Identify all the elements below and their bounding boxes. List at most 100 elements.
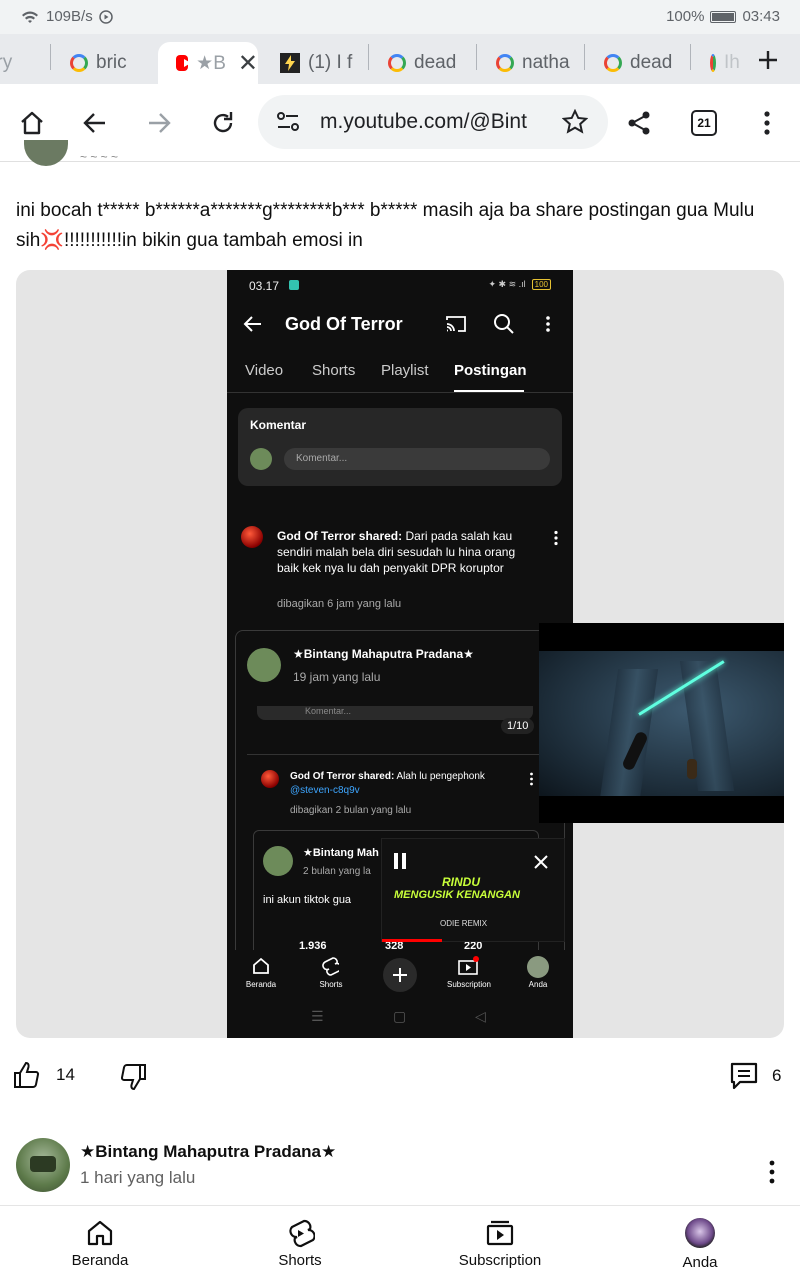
comment-box: Komentar Komentar...: [238, 408, 562, 486]
back-arrow-icon: [243, 316, 261, 332]
post-image[interactable]: 03.17 ✦ ✱ ≋ .ıl 100 God Of Terror Video …: [16, 270, 784, 1038]
partial-time-text: ~ ~ ~ ~: [80, 150, 119, 162]
google-icon: [70, 54, 88, 72]
next-post-header: ★Bintang Mahaputra Pradana★ 1 hari yang …: [0, 1130, 800, 1200]
more-vert-icon: [530, 772, 533, 786]
tab-count: 21: [691, 110, 717, 136]
subscriptions-icon: [458, 956, 479, 975]
tab-strip: entry bric ★B ✕ (1) I f dead natha dead …: [0, 34, 800, 84]
lightning-icon: [280, 53, 300, 73]
thumbs-up-icon: [14, 1061, 40, 1089]
phone-status-icons: ✦ ✱ ≋ .ıl 100: [489, 279, 551, 290]
more-vert-icon: [546, 316, 550, 332]
share-icon: [628, 111, 650, 135]
home-icon: [253, 957, 269, 974]
battery-percent: 100%: [666, 8, 705, 25]
wifi-icon: [22, 11, 38, 23]
url-text: m.youtube.com/@Bint: [320, 110, 527, 133]
nav-subscriptions[interactable]: Subscription: [430, 1218, 570, 1269]
forward-button[interactable]: [140, 104, 178, 142]
tab-item[interactable]: dead: [370, 42, 474, 84]
reload-icon: [213, 112, 233, 133]
shorts-icon: [289, 1219, 315, 1248]
channel-title: God Of Terror: [285, 314, 403, 334]
nav-you[interactable]: Anda: [630, 1218, 770, 1271]
tab-partial[interactable]: entry: [0, 42, 50, 84]
tab-item[interactable]: dead: [586, 42, 688, 84]
comments-button[interactable]: 6: [728, 1060, 781, 1092]
google-icon: [388, 54, 406, 72]
youtube-icon: [176, 55, 192, 71]
more-vert-icon[interactable]: [768, 1160, 776, 1184]
channel-tab-playlist: Playlist: [381, 362, 429, 379]
avatar-partial: [24, 140, 68, 166]
channel-tab-video: Video: [245, 362, 284, 379]
bookmark-star-icon[interactable]: [562, 109, 588, 135]
reload-button[interactable]: [204, 104, 242, 142]
share-button[interactable]: [620, 104, 658, 142]
nav-home[interactable]: Beranda: [30, 1218, 170, 1269]
avatar: [250, 448, 272, 470]
network-speed: 109B/s: [46, 8, 93, 25]
avatar: [263, 846, 293, 876]
tab-active[interactable]: ★B ✕: [158, 42, 258, 84]
tab-item[interactable]: Ih...: [692, 42, 740, 84]
close-icon: [534, 855, 548, 869]
nav-shorts[interactable]: Shorts: [230, 1218, 370, 1269]
new-tab-button[interactable]: [748, 40, 788, 80]
google-icon: [496, 54, 514, 72]
avatar: [247, 648, 281, 682]
site-settings-icon[interactable]: [276, 111, 300, 133]
address-bar[interactable]: m.youtube.com/@Bint: [258, 95, 608, 149]
thumbs-down-icon: [120, 1063, 146, 1091]
google-icon: [710, 54, 716, 72]
subscriptions-icon: [486, 1220, 514, 1246]
comment-count: 6: [772, 1066, 782, 1085]
bottom-nav: Beranda Shorts Subscription Anda: [0, 1205, 800, 1280]
back-button[interactable]: [76, 104, 114, 142]
tab-switcher-button[interactable]: 21: [685, 104, 723, 142]
google-icon: [604, 54, 622, 72]
tab-item[interactable]: (1) I f: [262, 42, 364, 84]
channel-avatar: [241, 526, 263, 548]
dislike-button[interactable]: [118, 1062, 148, 1097]
avatar: [685, 1218, 715, 1248]
author-name[interactable]: ★Bintang Mahaputra Pradana★: [80, 1142, 336, 1162]
like-count: 14: [56, 1065, 75, 1084]
battery-icon: [710, 10, 737, 23]
shorts-icon: [322, 957, 339, 976]
more-vert-icon: [764, 111, 770, 135]
comment-icon: [730, 1062, 758, 1090]
phone-system-nav: ☰ ▢ ◁: [227, 998, 573, 1038]
home-button[interactable]: [13, 104, 51, 142]
mini-player: RINDU MENGUSIK KENANGAN ODIE REMIX: [381, 838, 565, 942]
phone-screenshot: 03.17 ✦ ✱ ≋ .ıl 100 God Of Terror Video …: [227, 270, 573, 1038]
post-time: 1 hari yang lalu: [80, 1168, 196, 1187]
home-icon: [87, 1220, 113, 1246]
app-notif-icon: [289, 280, 299, 290]
tab-item[interactable]: natha: [478, 42, 582, 84]
home-icon: [21, 111, 43, 135]
channel-avatar: [261, 770, 279, 788]
like-button[interactable]: 14: [12, 1060, 75, 1090]
video-thumbnail-overlay: [539, 623, 784, 823]
menu-button[interactable]: [748, 104, 786, 142]
image-counter: 1/10: [501, 718, 535, 734]
tab-item[interactable]: bric: [52, 42, 157, 84]
plus-icon: [759, 51, 777, 69]
avatar[interactable]: [16, 1138, 70, 1192]
channel-tab-shorts: Shorts: [312, 362, 356, 379]
forward-arrow-icon: [149, 113, 171, 133]
post-text: ini bocah t***** b******a*******g*******…: [16, 200, 755, 251]
back-arrow-icon: [83, 113, 105, 133]
phone-time: 03.17: [249, 279, 280, 293]
channel-tab-posts: Postingan: [454, 362, 527, 379]
more-vert-icon: [554, 530, 558, 546]
figure-small: [687, 759, 697, 779]
post-actions: 14 6: [0, 1050, 800, 1100]
create-icon: [383, 958, 417, 992]
search-icon: [494, 314, 514, 334]
close-tab-icon[interactable]: ✕: [238, 49, 258, 78]
clock: 03:43: [742, 8, 780, 25]
cast-icon: [446, 316, 466, 332]
